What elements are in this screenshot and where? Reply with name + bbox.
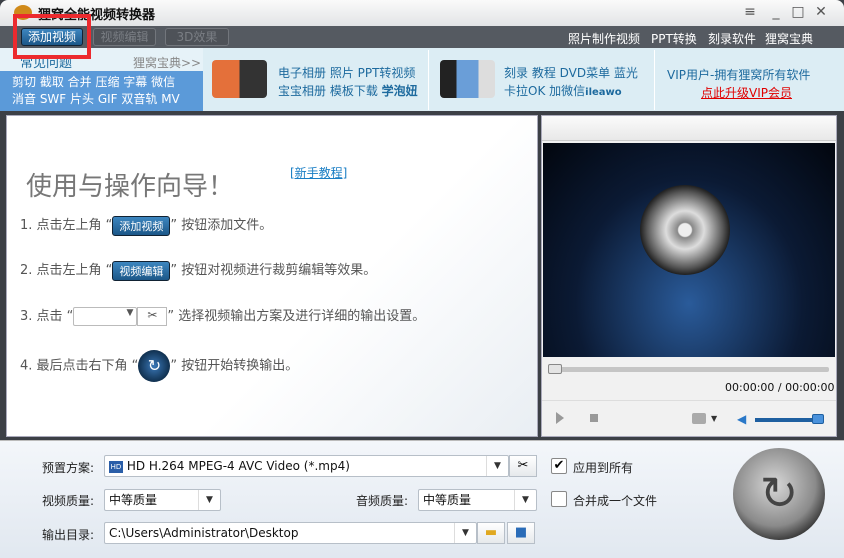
step-text: ” 按钮开始转换输出。 [170, 358, 299, 374]
step-text: 2. 点击左上角 “ [20, 263, 113, 278]
ad-burn-line1[interactable]: 刻录 教程 DVD菜单 蓝光 [504, 64, 638, 81]
ad-text[interactable]: 宝宝相册 模板下载 [278, 84, 382, 98]
step-text: ” 选择视频输出方案及进行详细的输出设置。 [167, 309, 426, 324]
step-text: ” 按钮对视频进行裁剪编辑等效果。 [170, 263, 377, 278]
snapshot-dropdown-icon[interactable]: ▼ [711, 414, 717, 423]
audio-quality-label: 音频质量: [356, 494, 409, 508]
video-quality-dropdown[interactable]: 中等质量 ▼ [104, 489, 221, 511]
3d-effect-button[interactable]: 3D效果 [165, 28, 229, 46]
menu-icon[interactable]: ≡ [740, 3, 760, 21]
step-text: ” 按钮添加文件。 [170, 218, 273, 233]
powerpoint-film-icon [212, 60, 267, 98]
open-folder-button[interactable]: ■ [507, 522, 535, 544]
ad-text-bold[interactable]: ileawo [585, 87, 622, 98]
merge-label[interactable]: 合并成一个文件 [573, 492, 657, 509]
divider [654, 50, 655, 110]
tutorial-link[interactable]: [新手教程] [290, 164, 347, 181]
volume-handle[interactable] [812, 414, 824, 424]
divider [428, 50, 429, 110]
divider [542, 400, 836, 401]
video-quality-label: 视频质量: [42, 494, 95, 508]
apply-all-label[interactable]: 应用到所有 [573, 459, 633, 476]
preview-header [542, 116, 836, 141]
convert-button[interactable]: ↻ [733, 448, 825, 540]
step-text: 4. 最后点击右下角 “ [20, 358, 139, 374]
phone-dvd-icon [440, 60, 495, 98]
link-leawo-guide[interactable]: 狸窝宝典 [765, 30, 813, 47]
convert-sample-icon: ↻ [138, 350, 171, 382]
faq-line[interactable]: 剪切 截取 合并 压缩 字幕 微信 [12, 74, 203, 91]
guide-step-1: 1. 点击左上角 “添加视频” 按钮添加文件。 [20, 214, 272, 236]
volume-slider[interactable] [755, 418, 820, 422]
output-dir-field[interactable]: C:\Users\Administrator\Desktop ▼ [104, 522, 477, 544]
audio-quality-value: 中等质量 [423, 493, 472, 507]
edit-video-button[interactable]: 视频编辑 [93, 28, 156, 46]
audio-quality-dropdown[interactable]: 中等质量 ▼ [418, 489, 537, 511]
preset-dropdown[interactable]: HD HD H.264 MPEG-4 AVC Video (*.mp4) ▼ [104, 455, 509, 477]
merge-checkbox[interactable] [551, 491, 567, 507]
guide-step-4: 4. 最后点击右下角 “↻” 按钮开始转换输出。 [20, 350, 298, 382]
guide-step-3: 3. 点击 “▼ ✂” 选择视频输出方案及进行详细的输出设置。 [20, 305, 425, 326]
maximize-button[interactable]: □ [788, 3, 808, 21]
preset-value: HD H.264 MPEG-4 AVC Video (*.mp4) [126, 459, 350, 473]
vip-upgrade-link[interactable]: 点此升级VIP会员 [701, 84, 792, 101]
link-photo-video[interactable]: 照片制作视频 [568, 30, 640, 47]
output-dir-label: 输出目录: [42, 528, 95, 542]
preset-label: 预置方案: [42, 461, 95, 475]
stop-button[interactable] [590, 414, 598, 422]
video-quality-value: 中等质量 [109, 493, 158, 507]
link-burn[interactable]: 刻录软件 [708, 30, 756, 47]
chevron-down-icon[interactable]: ▼ [198, 490, 220, 510]
faq-more-link[interactable]: 狸窝宝典>> [133, 54, 201, 71]
ad-burn-line2[interactable]: 卡拉OK 加微信ileawo [504, 82, 622, 99]
close-button[interactable]: ✕ [811, 3, 831, 21]
faq-line[interactable]: 消音 SWF 片头 GIF 双音轨 MV [12, 91, 203, 108]
camera-icon[interactable] [692, 413, 706, 424]
play-button[interactable] [556, 412, 564, 424]
convert-icon: ↻ [759, 466, 799, 520]
ad-text[interactable]: 卡拉OK 加微信 [504, 84, 585, 98]
browse-folder-button[interactable]: ▬ [477, 522, 505, 544]
add-video-sample-button: 添加视频 [112, 215, 171, 236]
step-text: 3. 点击 “ [20, 309, 74, 324]
ad-text-bold[interactable]: 学泡妞 [382, 84, 418, 98]
preset-settings-button[interactable]: ✂ [509, 455, 537, 477]
apply-all-checkbox[interactable]: ✔ [551, 458, 567, 474]
time-display: 00:00:00 / 00:00:00 [725, 381, 835, 394]
ad-album-line2[interactable]: 宝宝相册 模板下载 学泡妞 [278, 82, 418, 99]
seek-bar[interactable] [548, 367, 829, 372]
faq-links[interactable]: 剪切 截取 合并 压缩 字幕 微信 消音 SWF 片头 GIF 双音轨 MV [0, 71, 203, 111]
guide-step-2: 2. 点击左上角 “视频编辑” 按钮对视频进行裁剪编辑等效果。 [20, 259, 376, 281]
guide-title: 使用与操作向导！ [26, 172, 235, 202]
edit-video-sample-button: 视频编辑 [112, 260, 171, 281]
hd-icon: HD [109, 460, 123, 473]
minimize-button[interactable]: _ [766, 3, 786, 21]
step-text: 1. 点击左上角 “ [20, 218, 113, 233]
wrench-icon: ✂ [137, 307, 168, 326]
chevron-down-icon[interactable]: ▼ [514, 490, 536, 510]
highlight-box [13, 14, 91, 59]
chevron-down-icon[interactable]: ▼ [486, 456, 508, 476]
link-ppt[interactable]: PPT转换 [651, 30, 697, 47]
volume-icon[interactable]: ◀ [737, 412, 746, 426]
chevron-down-icon[interactable]: ▼ [454, 523, 476, 543]
ad-album-line1[interactable]: 电子相册 照片 PPT转视频 [278, 64, 415, 81]
sample-dropdown: ▼ [73, 307, 138, 326]
vip-text: VIP用户-拥有狸窝所有软件 [667, 68, 811, 82]
output-dir-value: C:\Users\Administrator\Desktop [109, 526, 299, 540]
seek-handle[interactable] [548, 364, 562, 374]
film-reel-icon [640, 185, 730, 275]
